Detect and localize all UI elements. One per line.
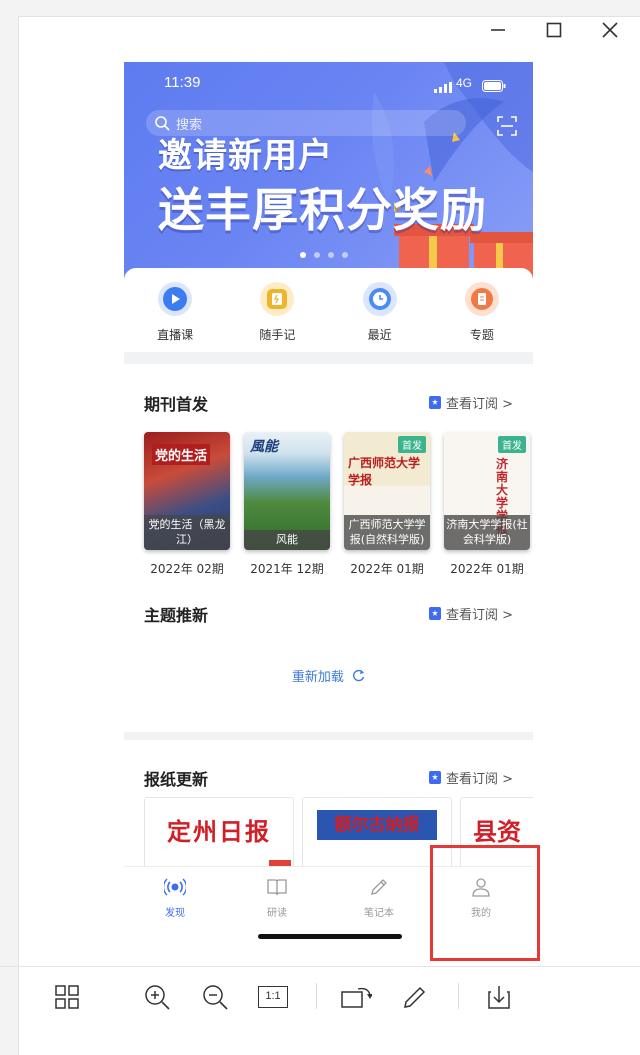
- quick-action-label: 最近: [367, 328, 392, 342]
- periodical-caption: 济南大学学报(社会科学版): [444, 515, 530, 550]
- periodicals-title: 期刊首发: [144, 395, 209, 414]
- grid-icon: [55, 985, 79, 1009]
- play-icon: [158, 282, 193, 316]
- newspaper-name: 定州日报: [167, 817, 271, 846]
- reload-button[interactable]: 重新加载: [124, 666, 533, 685]
- pencil-icon: [371, 879, 387, 895]
- download-button[interactable]: [483, 981, 515, 1013]
- periodical-caption: 广西师范大学学报(自然科学版): [344, 515, 430, 550]
- refresh-icon: [353, 669, 365, 682]
- tab-label: 研读: [267, 908, 287, 919]
- toolbar-divider: [316, 983, 317, 1009]
- toolbar-divider: [458, 983, 459, 1009]
- pen-icon: [404, 986, 426, 1008]
- close-icon: [602, 22, 618, 38]
- signal-icon: [434, 78, 452, 97]
- promo-banner[interactable]: 11:39 4G 搜索 邀请新用户 送丰厚积分奖励: [124, 62, 533, 294]
- rotate-button[interactable]: [340, 981, 372, 1013]
- zoom-in-icon: [145, 985, 170, 1010]
- carousel-indicator[interactable]: [300, 252, 348, 258]
- newspaper-name: 额尔古纳报: [317, 810, 437, 840]
- viewer-toolbar: 1:1: [0, 966, 640, 1027]
- clock-icon: [362, 282, 397, 316]
- discover-icon: [162, 878, 188, 896]
- status-bar: 11:39 4G: [124, 62, 533, 106]
- thumbnails-button[interactable]: [51, 981, 83, 1013]
- maximize-icon: [546, 22, 562, 38]
- zoom-in-button[interactable]: [141, 981, 173, 1013]
- cover-title: 广西师范大学学报: [348, 456, 421, 487]
- download-icon: [488, 986, 510, 1009]
- rotate-icon: [341, 987, 372, 1008]
- first-release-badge: 首发: [498, 436, 526, 453]
- actual-size-label: 1:1: [258, 986, 288, 1008]
- battery-icon: [482, 77, 506, 96]
- scan-icon[interactable]: [497, 116, 517, 140]
- quick-action-live[interactable]: 直播课: [135, 268, 215, 352]
- periodicals-subscribe-link[interactable]: 查看订阅 >: [428, 393, 513, 412]
- tab-label: 发现: [165, 908, 185, 919]
- tab-study[interactable]: 研读: [237, 877, 317, 919]
- maximize-button[interactable]: [534, 10, 574, 50]
- zoom-out-icon: [203, 985, 228, 1010]
- topic-icon: [464, 282, 499, 316]
- close-button[interactable]: [590, 10, 630, 50]
- quick-action-topics[interactable]: 专题: [442, 268, 522, 352]
- periodical-cover[interactable]: 党的生活 党的生活（黑龙江）: [144, 432, 230, 550]
- topics-subscribe-link[interactable]: 查看订阅 >: [428, 604, 513, 623]
- reload-label: 重新加载: [291, 670, 344, 685]
- network-type: 4G: [456, 76, 473, 90]
- cover-title: 党的生活: [152, 444, 211, 465]
- first-release-badge: 首发: [398, 436, 426, 453]
- newspaper-name: 县资: [473, 817, 521, 846]
- note-icon: [260, 282, 295, 316]
- tab-discover[interactable]: 发现: [135, 877, 215, 919]
- tab-label: 笔记本: [364, 908, 394, 919]
- status-time: 11:39: [164, 74, 201, 91]
- bookmark-icon: [428, 771, 441, 784]
- minimize-icon: [491, 29, 505, 31]
- newspapers-subscribe-link[interactable]: 查看订阅 >: [428, 768, 513, 787]
- periodical-issue: 2022年 01期: [350, 562, 424, 576]
- bookmark-icon: [428, 396, 441, 409]
- quick-action-notes[interactable]: 随手记: [237, 268, 317, 352]
- banner-headline-2: 送丰厚积分奖励: [158, 183, 487, 237]
- cover-title: 風能: [250, 439, 278, 455]
- periodical-caption: 党的生活（黑龙江）: [144, 515, 230, 550]
- quick-actions: 直播课 随手记 最近 专题: [124, 268, 533, 352]
- periodical-cover[interactable]: 济南大学学报 首发 济南大学学报(社会科学版): [444, 432, 530, 550]
- quick-action-recent[interactable]: 最近: [340, 268, 420, 352]
- periodical-caption: 风能: [244, 530, 330, 550]
- bookmark-icon: [428, 607, 441, 620]
- home-indicator: [258, 934, 402, 939]
- minimize-button[interactable]: [478, 10, 518, 50]
- highlight-box: [430, 845, 540, 961]
- tab-notebook[interactable]: 笔记本: [339, 877, 419, 919]
- quick-action-label: 随手记: [259, 328, 296, 342]
- quick-action-label: 专题: [469, 328, 494, 342]
- quick-action-label: 直播课: [157, 328, 194, 342]
- periodical-cover[interactable]: 風能 风能: [244, 432, 330, 550]
- newspapers-title: 报纸更新: [144, 770, 209, 789]
- actual-size-button[interactable]: 1:1: [257, 981, 289, 1013]
- topics-title: 主题推新: [144, 606, 209, 625]
- newspaper-item[interactable]: 定州日报: [144, 797, 294, 869]
- periodical-cover[interactable]: 广西师范大学学报 首发 广西师范大学学报(自然科学版): [344, 432, 430, 550]
- periodical-issue: 2021年 12期: [250, 562, 324, 576]
- phone-screenshot: 11:39 4G 搜索 邀请新用户 送丰厚积分奖励 直播课 随手记 最近 专题 …: [124, 62, 533, 946]
- periodical-issue: 2022年 02期: [150, 562, 224, 576]
- book-icon: [267, 879, 287, 896]
- zoom-out-button[interactable]: [199, 981, 231, 1013]
- banner-headline-1: 邀请新用户: [158, 136, 333, 176]
- markup-button[interactable]: [399, 981, 431, 1013]
- periodical-issue: 2022年 01期: [450, 562, 524, 576]
